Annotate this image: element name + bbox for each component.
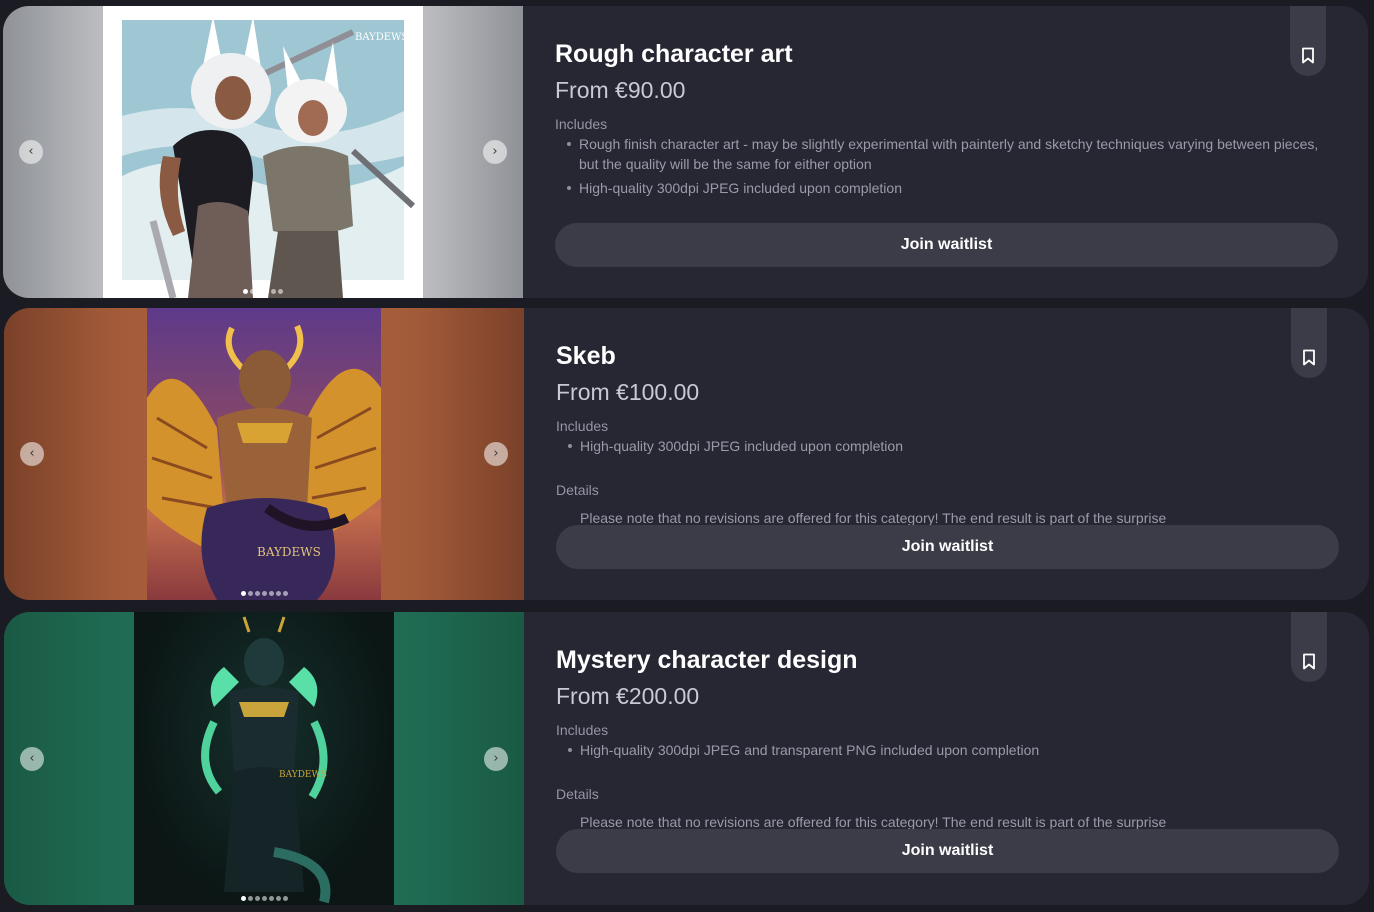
includes-label: Includes [556,418,609,434]
includes-item: High-quality 300dpi JPEG and transparent… [556,740,1339,760]
details-label: Details [556,786,599,802]
carousel-indicator [4,591,524,596]
includes-list: Rough finish character art - may be slig… [555,134,1338,198]
join-waitlist-button[interactable]: Join waitlist [556,525,1339,569]
includes-list: High-quality 300dpi JPEG and transparent… [556,740,1339,760]
card-info: Skeb From €100.00 Includes High-quality … [556,308,1339,600]
carousel-dot[interactable] [268,591,274,596]
carousel-dot[interactable] [240,591,246,596]
includes-section: Includes Rough finish character art - ma… [555,116,1338,202]
card-info: Rough character art From €90.00 Includes… [555,6,1338,298]
includes-list: High-quality 300dpi JPEG included upon c… [556,436,1339,456]
commission-card: BAYDEWS ‹ › Mystery character design Fro… [4,612,1369,905]
carousel-dot[interactable] [254,896,260,901]
details-section: Details Please note that no revisions ar… [556,786,1339,834]
card-info: Mystery character design From €200.00 In… [556,612,1339,905]
bookmark-icon [1303,653,1315,670]
carousel-indicator [4,896,524,901]
card-title: Skeb [556,342,616,370]
chevron-right-icon[interactable]: › [484,442,508,466]
includes-item: High-quality 300dpi JPEG included upon c… [556,436,1339,456]
details-section: Details Please note that no revisions ar… [556,482,1339,530]
carousel-dot[interactable] [275,591,281,596]
image-carousel[interactable]: BAYDEWS ‹ › [4,308,524,600]
chevron-left-icon[interactable]: ‹ [19,140,43,164]
card-price: From €100.00 [556,379,700,405]
artwork-image[interactable]: BAYDEWS [134,612,394,905]
carousel-dot[interactable] [261,591,267,596]
card-title: Mystery character design [556,646,858,674]
join-waitlist-button[interactable]: Join waitlist [556,829,1339,873]
image-carousel[interactable]: BAYDEWS ‹ › [4,612,524,905]
carousel-dot[interactable] [243,289,248,294]
bookmark-button[interactable] [1291,612,1327,682]
carousel-dot[interactable] [278,289,283,294]
carousel-dot[interactable] [247,591,253,596]
carousel-dot[interactable] [282,591,288,596]
includes-label: Includes [556,722,609,738]
join-waitlist-button[interactable]: Join waitlist [555,223,1338,267]
watermark-text: BAYDEWS [279,770,327,780]
chevron-right-icon[interactable]: › [484,746,508,771]
carousel-dot[interactable] [261,896,267,901]
card-price: From €200.00 [556,683,700,709]
includes-item: Rough finish character art - may be slig… [555,134,1338,174]
carousel-dot[interactable] [264,289,269,294]
artwork-image[interactable]: BAYDEWS [147,308,381,600]
carousel-dot[interactable] [254,591,260,596]
carousel-dot[interactable] [271,289,276,294]
carousel-dot[interactable] [240,896,246,901]
includes-section: Includes High-quality 300dpi JPEG includ… [556,418,1339,460]
chevron-right-icon[interactable]: › [483,140,507,164]
carousel-dot[interactable] [275,896,281,901]
image-carousel[interactable]: BAYDEWS ‹ › [3,6,523,298]
commission-card: BAYDEWS ‹ › Skeb From €100.00 Includes H… [4,308,1369,600]
details-label: Details [556,482,599,498]
carousel-dot[interactable] [257,289,262,294]
carousel-indicator [3,289,523,294]
commission-card: BAYDEWS ‹ › Rough character art From €90… [3,6,1368,298]
bookmark-button[interactable] [1290,6,1326,76]
chevron-left-icon[interactable]: ‹ [20,746,44,771]
bookmark-icon [1303,349,1315,366]
card-title: Rough character art [555,40,793,68]
chevron-left-icon[interactable]: ‹ [20,442,44,466]
bookmark-button[interactable] [1291,308,1327,378]
watermark-text: BAYDEWS [355,32,408,43]
carousel-dot[interactable] [250,289,255,294]
carousel-dot[interactable] [247,896,253,901]
includes-section: Includes High-quality 300dpi JPEG and tr… [556,722,1339,764]
includes-item: High-quality 300dpi JPEG included upon c… [555,178,1338,198]
carousel-dot[interactable] [268,896,274,901]
watermark-text: BAYDEWS [257,545,321,559]
card-price: From €90.00 [555,77,686,103]
artwork-image[interactable]: BAYDEWS [103,6,423,298]
bookmark-icon [1302,47,1314,64]
includes-label: Includes [555,116,608,132]
carousel-dot[interactable] [282,896,288,901]
